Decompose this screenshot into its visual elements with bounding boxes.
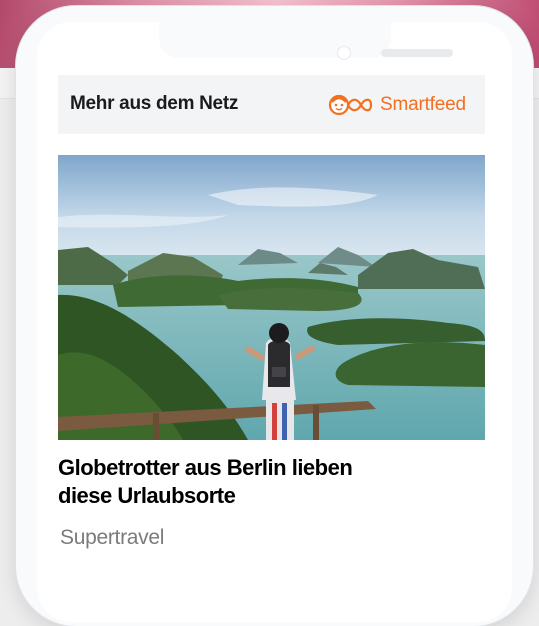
smartfeed-header: Mehr aus dem Netz Smartfeed [58,75,485,134]
headline-line-1: Globetrotter aus Berlin lieben [58,455,353,480]
phone-notch [159,21,453,60]
feed-heading: Mehr aus dem Netz [70,93,239,114]
speaker-grille [381,49,453,57]
smartfeed-brand-link[interactable]: Smartfeed [328,92,466,118]
smartfeed-logo-icon [328,94,373,116]
article-source: Supertravel [60,526,165,549]
article-headline-link[interactable]: Globetrotter aus Berlin lieben diese Url… [58,454,438,510]
headline-line-2: diese Urlaubsorte [58,483,236,508]
camera-icon [337,46,351,60]
brand-name: Smartfeed [380,94,466,115]
sky [58,155,485,265]
article-image[interactable] [58,155,485,440]
